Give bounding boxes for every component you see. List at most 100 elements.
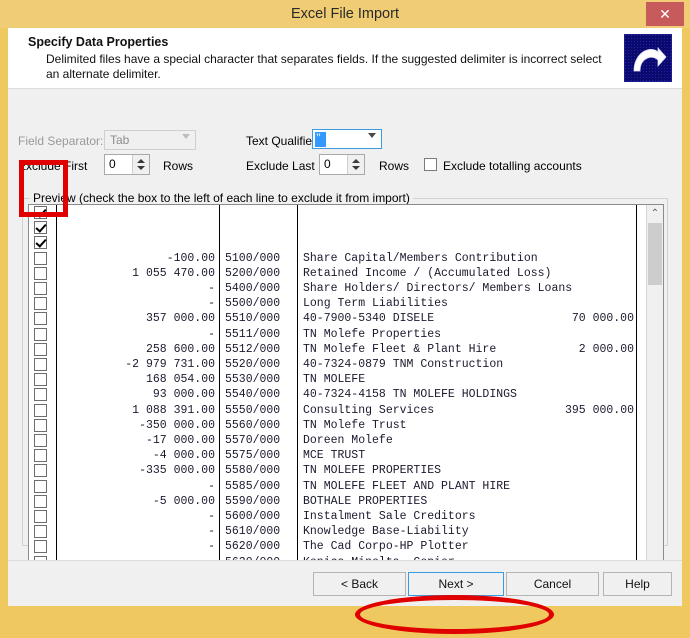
exclude-first-units: Rows (163, 159, 193, 173)
table-row[interactable]: 1 088 391.005550/000Consulting Services3… (29, 403, 647, 418)
column-separator (297, 205, 298, 570)
page-subtitle: Delimited files have a special character… (46, 52, 616, 82)
table-row[interactable]: -4 000.005575/000MCE TRUST (29, 448, 647, 463)
table-row[interactable]: 168 054.005530/000TN MOLEFE4 (29, 372, 647, 387)
stepper-buttons[interactable] (132, 155, 149, 174)
table-row[interactable] (29, 220, 647, 235)
table-row[interactable]: 93 000.005540/00040-7324-4158 TN MOLEFE … (29, 387, 647, 402)
cell-description: TN Molefe Trust (303, 419, 583, 432)
row-exclude-checkbox[interactable] (34, 343, 47, 356)
preview-grid-rows[interactable]: -100.005100/000Share Capital/Members Con… (29, 205, 647, 570)
row-exclude-checkbox[interactable] (34, 404, 47, 417)
row-exclude-checkbox[interactable] (34, 282, 47, 295)
cell-account-code: 5590/000 (225, 495, 295, 508)
row-exclude-checkbox[interactable] (34, 373, 47, 386)
cell-amount: 168 054.00 (63, 373, 215, 386)
row-exclude-checkbox[interactable] (34, 449, 47, 462)
table-row[interactable]: 1 055 470.005200/000Retained Income / (A… (29, 266, 647, 281)
column-separator (219, 205, 220, 570)
row-exclude-checkbox[interactable] (34, 480, 47, 493)
row-exclude-checkbox[interactable] (34, 312, 47, 325)
row-exclude-checkbox[interactable] (34, 236, 47, 249)
stepper-buttons[interactable] (347, 155, 364, 174)
exclude-totalling-checkbox[interactable] (424, 158, 437, 171)
table-row[interactable]: -5585/000TN MOLEFE FLEET AND PLANT HIRE (29, 479, 647, 494)
row-exclude-checkbox[interactable] (34, 206, 47, 219)
chevron-down-icon (182, 134, 190, 139)
cell-amount: -335 000.00 (63, 464, 215, 477)
cell-account-code: 5600/000 (225, 510, 295, 523)
page-title: Specify Data Properties (28, 35, 168, 49)
cell-account-code: 5620/000 (225, 540, 295, 553)
stepper-up-icon[interactable] (137, 159, 145, 163)
help-button[interactable]: Help (603, 572, 672, 596)
cell-amount: - (63, 328, 215, 341)
cell-description: Long Term Liabilities (303, 297, 583, 310)
text-qualifier-select[interactable]: " (312, 129, 382, 149)
table-row[interactable]: -5610/000Knowledge Base-Liability13 (29, 524, 647, 539)
exclude-first-stepper[interactable]: 0 (104, 154, 150, 175)
cell-account-code: 5512/000 (225, 343, 295, 356)
cell-account-code: 5100/000 (225, 252, 295, 265)
exclude-last-value: 0 (324, 157, 331, 171)
vertical-scroll-thumb[interactable] (648, 223, 662, 285)
cell-amount: 357 000.00 (63, 312, 215, 325)
cell-account-code: 5500/000 (225, 297, 295, 310)
cell-description: Share Holders/ Directors/ Members Loans (303, 282, 583, 295)
stepper-up-icon[interactable] (352, 159, 360, 163)
table-row[interactable] (29, 205, 647, 220)
row-exclude-checkbox[interactable] (34, 464, 47, 477)
table-row[interactable]: -5 000.005590/000BOTHALE PROPERTIES (29, 494, 647, 509)
row-exclude-checkbox[interactable] (34, 540, 47, 553)
vertical-scrollbar[interactable]: ⌃ ⌄ (646, 205, 663, 570)
table-row[interactable]: -5620/000The Cad Corpo-HP Plotter2 (29, 539, 647, 554)
row-exclude-checkbox[interactable] (34, 388, 47, 401)
row-exclude-checkbox[interactable] (34, 419, 47, 432)
row-exclude-checkbox[interactable] (34, 328, 47, 341)
stepper-down-icon[interactable] (352, 166, 360, 170)
row-exclude-checkbox[interactable] (34, 525, 47, 538)
text-qualifier-value: " (316, 130, 321, 145)
cell-account-code: 5610/000 (225, 525, 295, 538)
cancel-button[interactable]: Cancel (506, 572, 599, 596)
cell-amount-2: 395 000.00 (509, 404, 634, 417)
window-title: Excel File Import (0, 0, 690, 28)
cell-amount: - (63, 540, 215, 553)
preview-caption-label: Preview (33, 191, 76, 205)
cell-account-code: 5511/000 (225, 328, 295, 341)
table-row[interactable]: -5511/000TN Molefe Properties (29, 327, 647, 342)
row-exclude-checkbox[interactable] (34, 434, 47, 447)
next-button[interactable]: Next > (408, 572, 504, 596)
table-row[interactable]: -5400/000Share Holders/ Directors/ Membe… (29, 281, 647, 296)
table-row[interactable]: -350 000.005560/000TN Molefe Trust (29, 418, 647, 433)
row-exclude-checkbox[interactable] (34, 267, 47, 280)
field-separator-select[interactable]: Tab (104, 130, 196, 150)
close-icon[interactable]: ✕ (646, 2, 684, 26)
row-exclude-checkbox[interactable] (34, 495, 47, 508)
row-exclude-checkbox[interactable] (34, 252, 47, 265)
back-button[interactable]: < Back (313, 572, 406, 596)
cell-description: Doreen Molefe (303, 434, 583, 447)
cell-description: TN MOLEFE FLEET AND PLANT HIRE (303, 480, 583, 493)
preview-grid[interactable]: -100.005100/000Share Capital/Members Con… (28, 204, 664, 588)
table-row[interactable]: 258 600.005512/000TN Molefe Fleet & Plan… (29, 342, 647, 357)
table-row[interactable]: -5500/000Long Term Liabilities (29, 296, 647, 311)
table-row[interactable]: -100.005100/000Share Capital/Members Con… (29, 251, 647, 266)
row-exclude-checkbox[interactable] (34, 221, 47, 234)
row-exclude-checkbox[interactable] (34, 297, 47, 310)
table-row[interactable]: -335 000.005580/000TN MOLEFE PROPERTIES (29, 463, 647, 478)
cell-account-code: 5200/000 (225, 267, 295, 280)
field-separator-value: Tab (110, 133, 129, 147)
table-row[interactable]: -17 000.005570/000Doreen Molefe (29, 433, 647, 448)
table-row[interactable]: 357 000.005510/00040-7900-5340 DISELE70 … (29, 311, 647, 326)
curved-arrow-icon (624, 34, 672, 82)
table-row[interactable] (29, 235, 647, 250)
row-exclude-checkbox[interactable] (34, 510, 47, 523)
table-row[interactable]: -2 979 731.005520/00040-7324-0879 TNM Co… (29, 357, 647, 372)
cell-description: MCE TRUST (303, 449, 583, 462)
stepper-down-icon[interactable] (137, 166, 145, 170)
exclude-last-stepper[interactable]: 0 (319, 154, 365, 175)
scroll-up-icon[interactable]: ⌃ (647, 205, 663, 222)
row-exclude-checkbox[interactable] (34, 358, 47, 371)
table-row[interactable]: -5600/000Instalment Sale Creditors (29, 509, 647, 524)
